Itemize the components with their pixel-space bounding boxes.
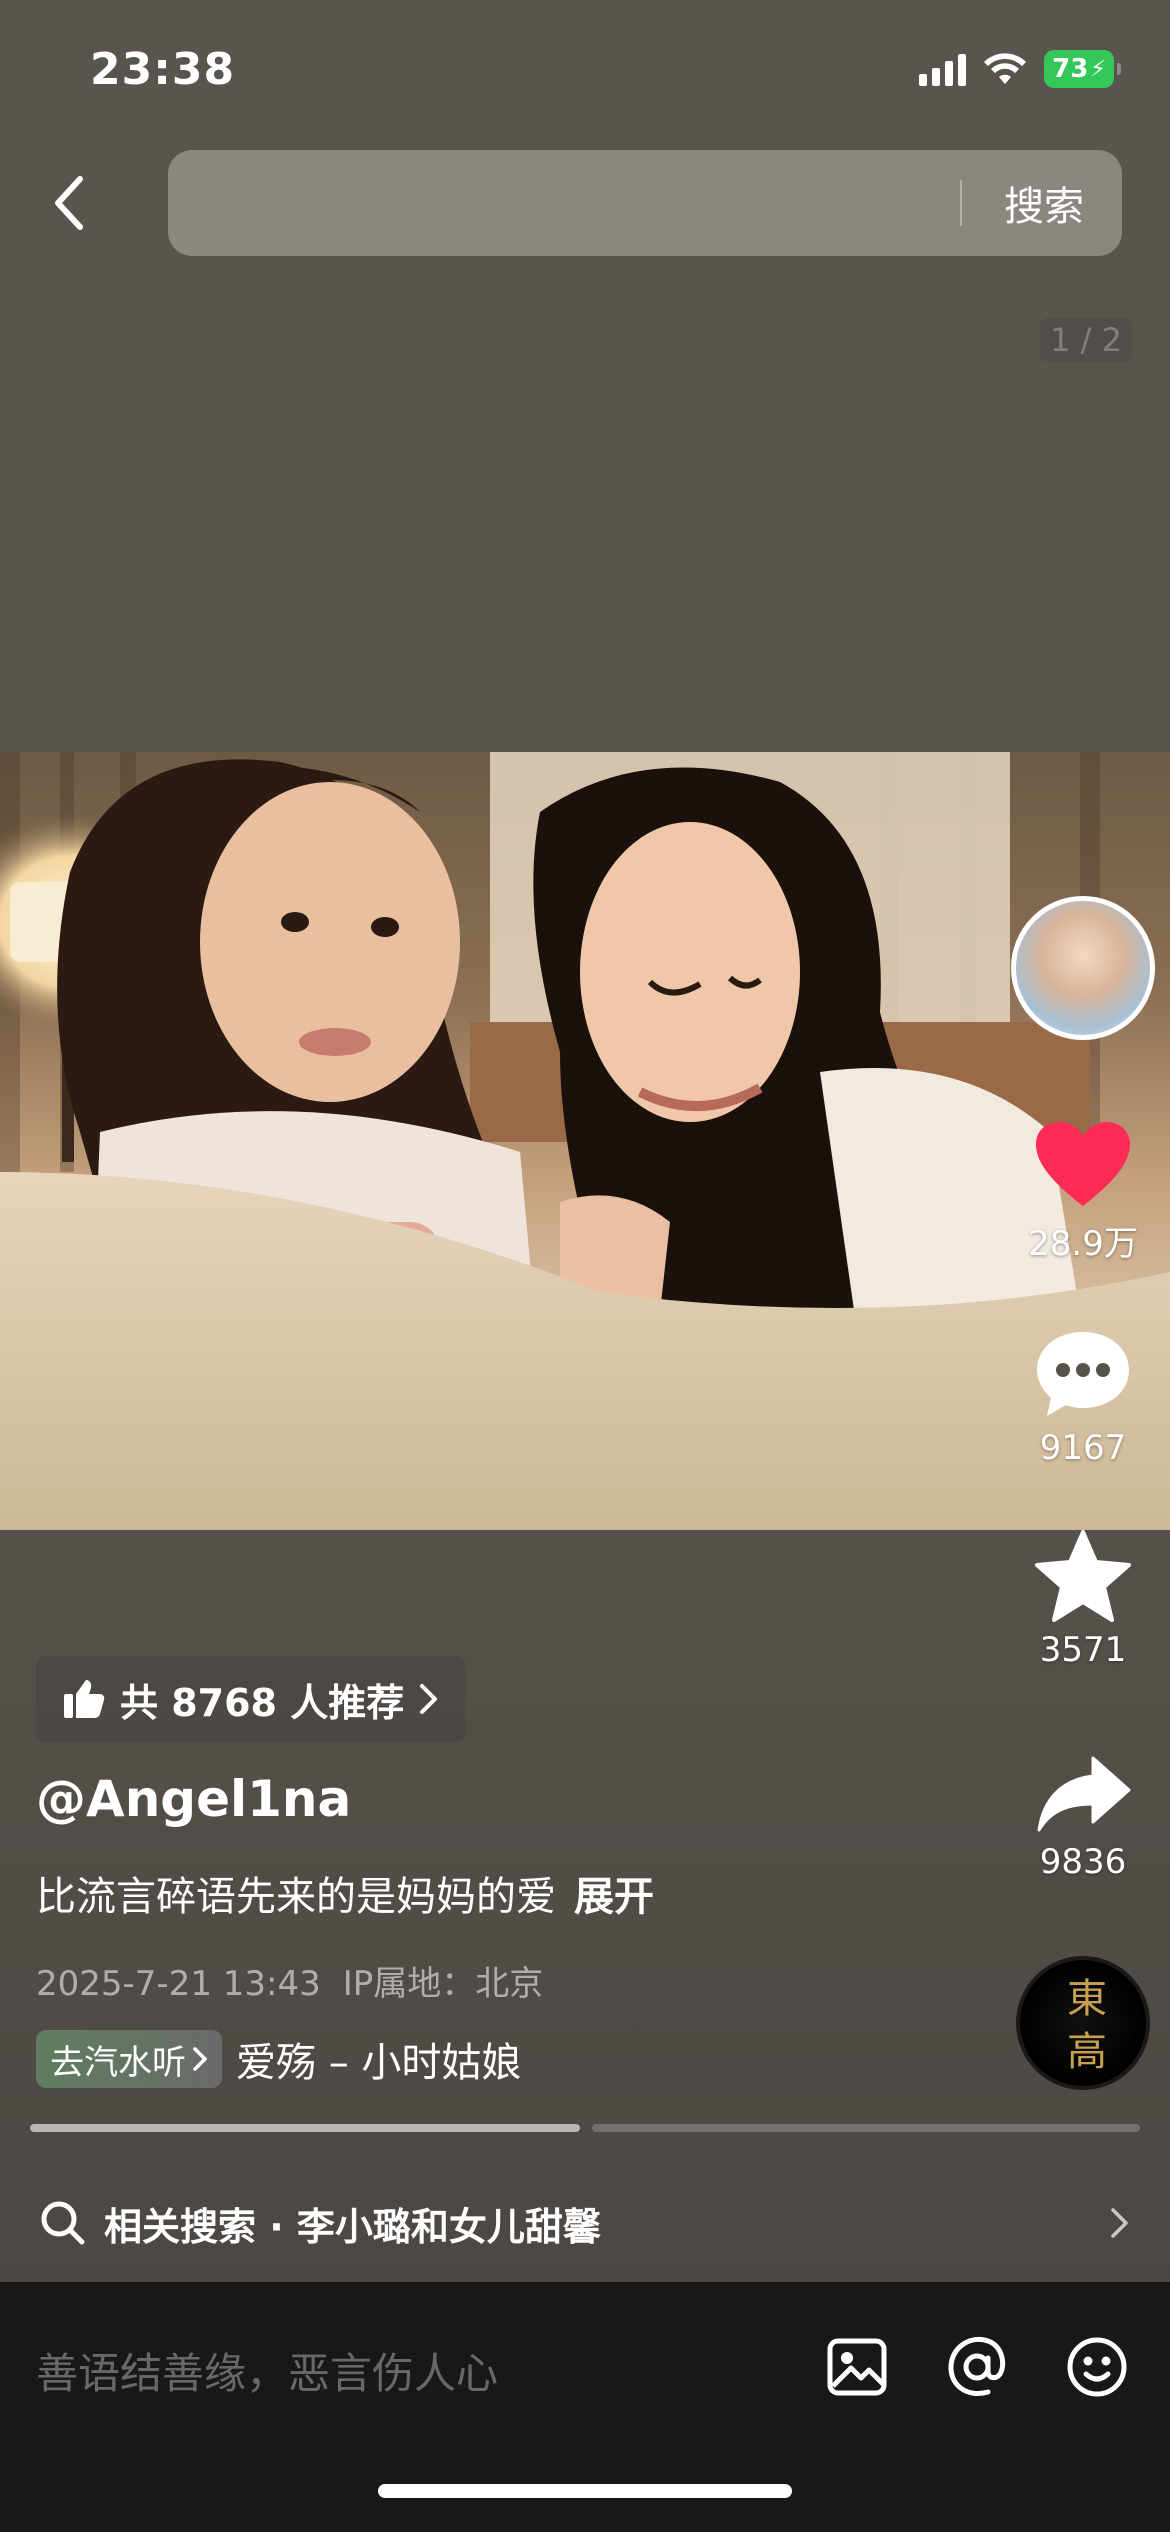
wifi-icon bbox=[984, 53, 1026, 84]
thumbs-up-icon bbox=[64, 1680, 105, 1718]
charging-bolt-icon: ⚡ bbox=[1090, 56, 1106, 82]
back-chevron-icon bbox=[55, 176, 83, 230]
recommend-badge[interactable]: 共 8768 人推荐 bbox=[36, 1656, 467, 1742]
expand-button[interactable]: 展开 bbox=[574, 1874, 654, 1920]
search-input[interactable]: 搜索 bbox=[168, 150, 1122, 256]
share-count: 9836 bbox=[1039, 1842, 1127, 1882]
image-progress-1 bbox=[30, 2124, 580, 2132]
comment-button[interactable]: 9167 bbox=[1013, 1328, 1153, 1468]
author-name[interactable]: @Angel1na bbox=[36, 1770, 351, 1828]
image-button[interactable] bbox=[822, 2332, 892, 2402]
music-tag-label: 去汽水听 bbox=[50, 2042, 186, 2083]
music-title: 爱殇 – 小时姑娘 bbox=[236, 2040, 522, 2086]
post-caption: 比流言碎语先来的是妈妈的爱 展开 bbox=[36, 1864, 654, 1922]
star-icon bbox=[1035, 1530, 1131, 1622]
post-meta: 2025-7-21 13:43 IP属地：北京 bbox=[36, 1956, 543, 2005]
post-date: 2025-7-21 13:43 bbox=[36, 1964, 321, 2004]
music-row[interactable]: 去汽水听 爱殇 – 小时姑娘 bbox=[36, 2030, 521, 2088]
emoji-icon bbox=[1067, 2337, 1127, 2397]
like-button[interactable]: 28.9万 bbox=[1013, 1120, 1153, 1265]
status-time: 23:38 bbox=[90, 44, 236, 95]
music-disc[interactable]: 東 高 bbox=[1016, 1956, 1150, 2090]
signal-icon bbox=[919, 52, 966, 86]
share-button[interactable]: 9836 bbox=[1013, 1754, 1153, 1882]
search-button[interactable]: 搜索 bbox=[1004, 174, 1084, 232]
battery-indicator: 73 ⚡ bbox=[1044, 50, 1121, 88]
post-photo[interactable] bbox=[0, 752, 1170, 1530]
page-indicator: 1 / 2 bbox=[1040, 318, 1132, 362]
comment-input[interactable]: 善语结善缘，恶言伤人心 bbox=[36, 2340, 498, 2401]
emoji-button[interactable] bbox=[1062, 2332, 1132, 2402]
ip-location: IP属地：北京 bbox=[342, 1964, 544, 2004]
home-indicator[interactable] bbox=[378, 2484, 792, 2498]
like-count: 28.9万 bbox=[1028, 1224, 1138, 1264]
caption-text: 比流言碎语先来的是妈妈的爱 bbox=[36, 1874, 556, 1920]
recommend-text: 共 8768 人推荐 bbox=[120, 1680, 405, 1725]
status-icons: 73 ⚡ bbox=[919, 50, 1121, 88]
listen-in-qishui-button[interactable]: 去汽水听 bbox=[36, 2030, 222, 2088]
favorite-button[interactable]: 3571 bbox=[1013, 1530, 1153, 1670]
image-icon bbox=[827, 2338, 887, 2396]
share-arrow-icon bbox=[1037, 1756, 1131, 1832]
search-divider bbox=[960, 180, 962, 226]
comment-count: 9167 bbox=[1039, 1428, 1127, 1468]
related-search[interactable]: 相关搜索 · 李小璐和女儿甜馨 bbox=[40, 2190, 1130, 2256]
related-search-text: 相关搜索 · 李小璐和女儿甜馨 bbox=[104, 2204, 601, 2249]
chevron-right-icon bbox=[1111, 2208, 1128, 2238]
favorite-count: 3571 bbox=[1039, 1630, 1127, 1670]
music-disc-logo: 東 高 bbox=[1060, 1976, 1106, 2070]
photo-illustration bbox=[0, 752, 1170, 1530]
image-progress-2 bbox=[592, 2124, 1140, 2132]
mention-button[interactable] bbox=[942, 2332, 1012, 2402]
author-avatar[interactable] bbox=[1011, 896, 1155, 1040]
chevron-right-icon bbox=[193, 2047, 207, 2071]
battery-level: 73 bbox=[1052, 54, 1089, 84]
screen: 23:38 73 ⚡ 搜索 1 / 2 28.9万 9167 3571 9836… bbox=[0, 0, 1170, 2532]
heart-icon bbox=[1036, 1122, 1130, 1206]
back-button[interactable] bbox=[40, 168, 100, 238]
comment-bubble-icon bbox=[1037, 1332, 1129, 1416]
at-icon bbox=[948, 2337, 1006, 2396]
chevron-right-icon bbox=[420, 1684, 438, 1714]
search-icon bbox=[41, 2201, 85, 2245]
